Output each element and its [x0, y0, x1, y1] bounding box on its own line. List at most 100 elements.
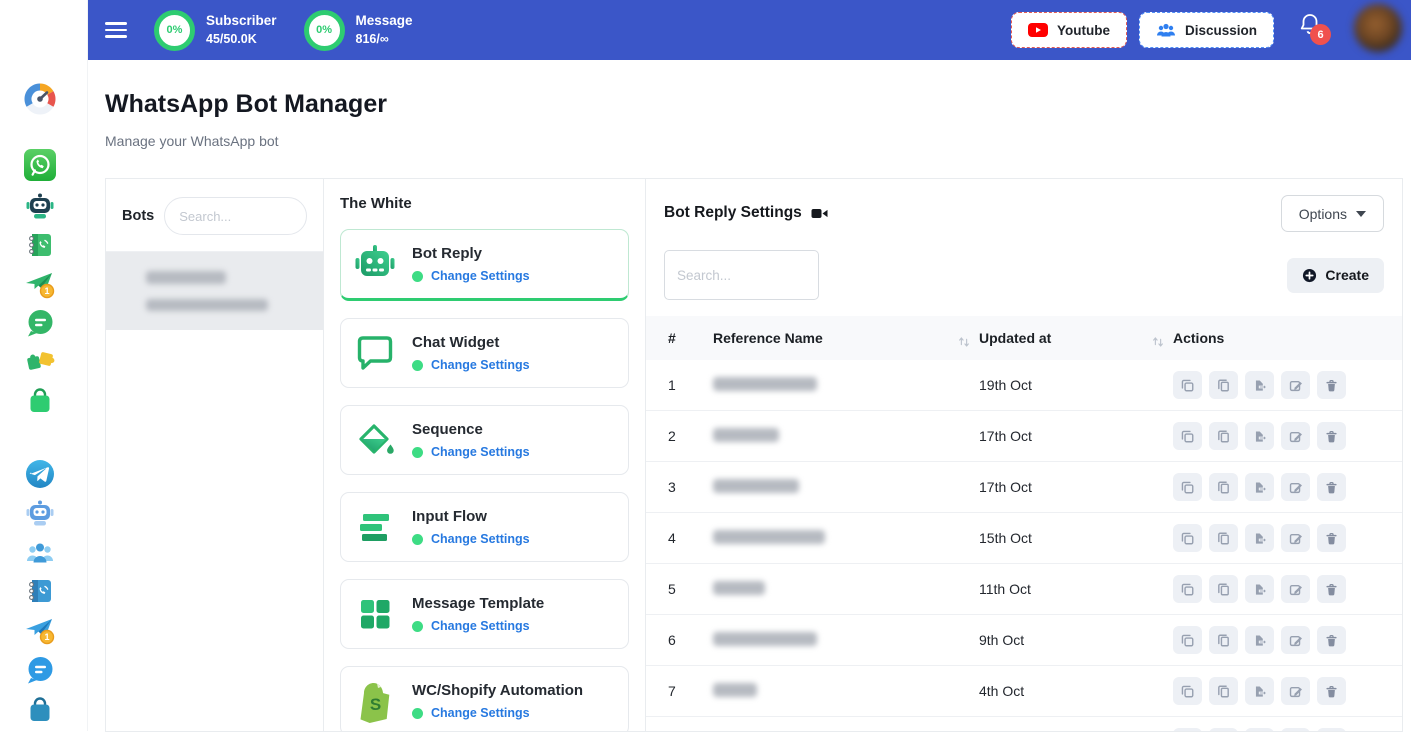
telegram-chat-icon[interactable]	[24, 654, 56, 686]
whatsapp-broadcast-icon[interactable]: 1	[24, 268, 56, 300]
copy-button[interactable]	[1173, 677, 1202, 705]
setting-title: WC/Shopify Automation	[412, 682, 583, 699]
setting-title: Message Template	[412, 595, 544, 612]
topbar: 0% Subscriber 45/50.0K 0% Message 816/∞ …	[88, 0, 1411, 60]
export-button[interactable]	[1245, 677, 1274, 705]
change-settings-link[interactable]: Change Settings	[431, 619, 530, 633]
copy-button[interactable]	[1173, 626, 1202, 654]
setting-card-bot-reply[interactable]: Bot Reply Change Settings	[340, 229, 629, 301]
copy-button[interactable]	[1173, 524, 1202, 552]
whatsapp-store-icon[interactable]	[24, 385, 56, 417]
copy-button[interactable]	[1173, 371, 1202, 399]
updated-at-value: 11th Oct	[979, 581, 1173, 597]
col-header-updated-at[interactable]: Updated at	[979, 330, 1173, 346]
whatsapp-icon[interactable]	[24, 149, 56, 181]
edit-button[interactable]	[1281, 677, 1310, 705]
edit-button[interactable]	[1281, 626, 1310, 654]
message-stat: 0% Message 816/∞	[304, 10, 413, 51]
duplicate-button[interactable]	[1209, 422, 1238, 450]
duplicate-button[interactable]	[1209, 626, 1238, 654]
table-row: 6 9th Oct	[646, 615, 1402, 666]
telegram-contacts-icon[interactable]	[24, 575, 56, 607]
notifications-button[interactable]: 6	[1298, 12, 1328, 48]
manager-panels: Bots The White	[105, 178, 1403, 732]
integrations-icon[interactable]	[24, 345, 56, 377]
change-settings-link[interactable]: Change Settings	[431, 706, 530, 720]
sort-icon[interactable]	[957, 335, 971, 349]
whatsapp-chat-icon[interactable]	[24, 307, 56, 339]
delete-button[interactable]	[1317, 422, 1346, 450]
export-button[interactable]	[1245, 575, 1274, 603]
edit-button[interactable]	[1281, 371, 1310, 399]
settings-panel-title: Bot Reply Settings	[664, 204, 802, 222]
page-title: WhatsApp Bot Manager	[105, 90, 387, 119]
change-settings-link[interactable]: Change Settings	[431, 532, 530, 546]
duplicate-button[interactable]	[1209, 575, 1238, 603]
delete-button[interactable]	[1317, 575, 1346, 603]
setting-card-sequence[interactable]: Sequence Change Settings	[340, 405, 629, 475]
chevron-down-icon	[1356, 211, 1366, 217]
export-button[interactable]	[1245, 473, 1274, 501]
updated-at-value: 17th Oct	[979, 428, 1173, 444]
discussion-button[interactable]: Discussion	[1139, 12, 1274, 48]
export-button[interactable]	[1245, 371, 1274, 399]
duplicate-button[interactable]	[1209, 524, 1238, 552]
change-settings-link[interactable]: Change Settings	[431, 358, 530, 372]
bot-name: The White	[340, 195, 629, 212]
video-tutorial-icon[interactable]	[811, 206, 828, 221]
avatar	[1354, 4, 1402, 52]
updated-at-value: 17th Oct	[979, 479, 1173, 495]
options-button[interactable]: Options	[1281, 195, 1384, 232]
table-row: 1 19th Oct	[646, 360, 1402, 411]
edit-button[interactable]	[1281, 422, 1310, 450]
telegram-store-icon[interactable]	[24, 694, 56, 726]
col-header-actions: Actions	[1173, 330, 1402, 346]
copy-button[interactable]	[1173, 422, 1202, 450]
delete-button[interactable]	[1317, 371, 1346, 399]
duplicate-button[interactable]	[1209, 473, 1238, 501]
copy-button[interactable]	[1173, 575, 1202, 603]
setting-card-input-flow[interactable]: Input Flow Change Settings	[340, 492, 629, 562]
delete-button[interactable]	[1317, 626, 1346, 654]
edit-button[interactable]	[1281, 524, 1310, 552]
blurred-reference-name	[713, 428, 779, 442]
telegram-groups-icon[interactable]	[24, 537, 56, 569]
bot-list-item-selected[interactable]	[106, 252, 323, 330]
change-settings-link[interactable]: Change Settings	[431, 269, 530, 283]
dashboard-gauge-icon[interactable]	[22, 81, 58, 117]
setting-card-message-template[interactable]: Message Template Change Settings	[340, 579, 629, 649]
telegram-broadcast-icon[interactable]: 1	[24, 614, 56, 646]
edit-button[interactable]	[1281, 473, 1310, 501]
message-template-icon	[353, 592, 397, 636]
whatsapp-contacts-icon[interactable]	[24, 229, 56, 261]
settings-search-input[interactable]	[664, 250, 819, 300]
blurred-reference-name	[713, 581, 765, 595]
updated-at-value: 19th Oct	[979, 377, 1173, 393]
menu-toggle-icon[interactable]	[105, 18, 127, 42]
edit-button[interactable]	[1281, 575, 1310, 603]
duplicate-button[interactable]	[1209, 677, 1238, 705]
change-settings-link[interactable]: Change Settings	[431, 445, 530, 459]
telegram-bot-icon[interactable]	[24, 497, 56, 529]
setting-title: Chat Widget	[412, 334, 530, 351]
svg-text:S: S	[370, 695, 381, 714]
profile-menu[interactable]	[1354, 4, 1406, 56]
setting-card-wc-shopify[interactable]: S WC/Shopify Automation Change Settings	[340, 666, 629, 731]
export-button[interactable]	[1245, 524, 1274, 552]
setting-card-chat-widget[interactable]: Chat Widget Change Settings	[340, 318, 629, 388]
telegram-icon[interactable]	[24, 458, 56, 490]
shopify-icon: S	[353, 679, 397, 723]
create-button[interactable]: Create	[1287, 258, 1384, 293]
bots-search-input[interactable]	[164, 197, 307, 235]
delete-button[interactable]	[1317, 677, 1346, 705]
youtube-button[interactable]: Youtube	[1011, 12, 1127, 48]
delete-button[interactable]	[1317, 524, 1346, 552]
whatsapp-bot-icon[interactable]	[24, 190, 56, 222]
col-header-reference-name[interactable]: Reference Name	[713, 330, 979, 346]
copy-button[interactable]	[1173, 473, 1202, 501]
export-button[interactable]	[1245, 422, 1274, 450]
duplicate-button[interactable]	[1209, 371, 1238, 399]
sort-icon[interactable]	[1151, 335, 1165, 349]
delete-button[interactable]	[1317, 473, 1346, 501]
export-button[interactable]	[1245, 626, 1274, 654]
